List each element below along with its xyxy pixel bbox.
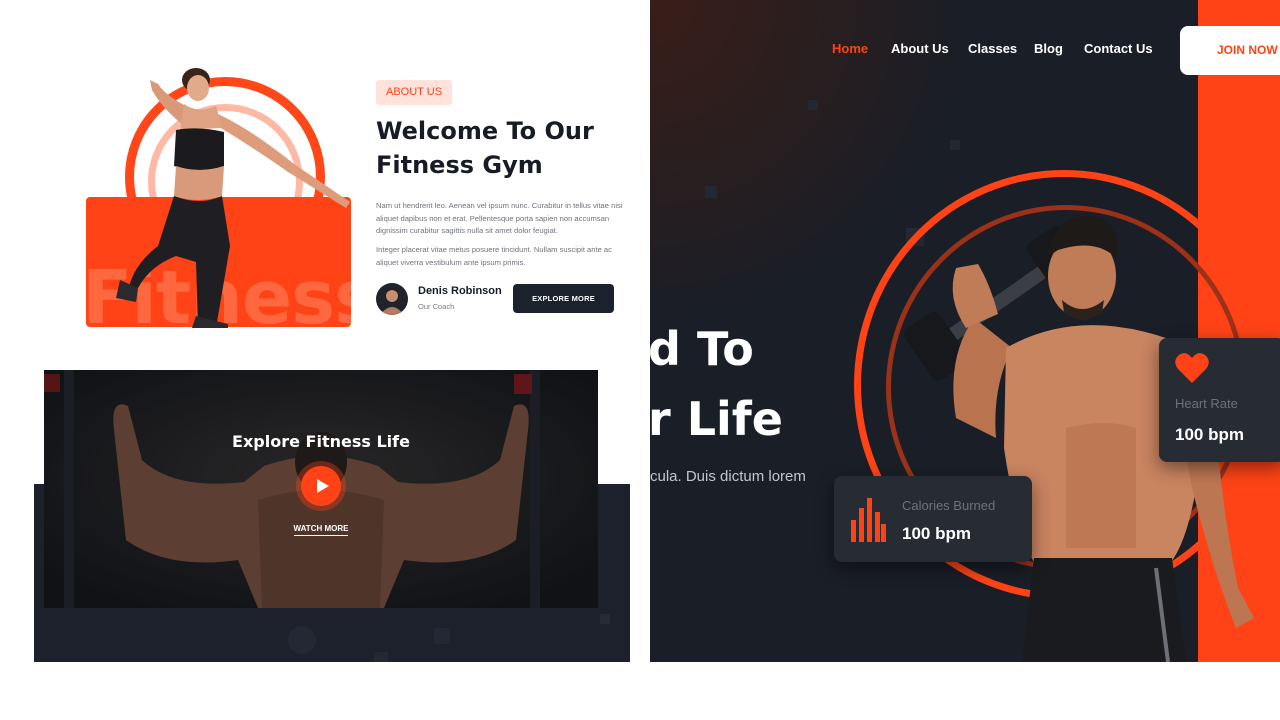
explore-more-button[interactable]: EXPLORE MORE [513,284,614,313]
hero-headline-line2: r Life [650,392,783,446]
woman-athlete-image [116,68,350,328]
calories-burned-card: Calories Burned 100 bpm [834,476,1032,562]
watch-more-link-wrap: WATCH MORE [44,524,598,536]
about-paragraph-1: Nam ut hendrerit leo. Aenean vel ipsum n… [376,201,623,235]
hero-subtext: cula. Duis dictum lorem [650,468,806,485]
heart-icon [1175,353,1209,383]
watch-more-link[interactable]: WATCH MORE [293,524,349,536]
hero-headline-line1: d To [650,322,754,376]
nav-contact-us[interactable]: Contact Us [1084,41,1153,56]
heart-rate-value: 100 bpm [1175,425,1244,444]
about-section: Fitness ABOUT US Welcome To Our Fitness … [0,0,640,370]
join-now-button[interactable]: JOIN NOW [1180,26,1280,75]
coach-avatar [376,283,408,315]
bar-chart-icon [851,498,886,542]
nav-classes[interactable]: Classes [968,41,1017,56]
about-title-line2: Fitness Gym [376,151,543,179]
play-icon [317,479,329,493]
coach-name: Denis Robinson [418,285,502,297]
nav-about-us[interactable]: About Us [891,41,949,56]
heart-rate-label: Heart Rate [1175,396,1238,411]
video-title: Explore Fitness Life [232,432,410,451]
calories-label: Calories Burned [902,498,996,513]
nav-blog[interactable]: Blog [1034,41,1063,56]
calories-value: 100 bpm [902,524,971,543]
hero-section: Home About Us Classes Blog Contact Us JO… [650,0,1280,662]
play-button[interactable] [301,466,341,506]
about-us-tag: ABOUT US [376,80,453,105]
video-section: Explore Fitness Life WATCH MORE [44,370,598,608]
about-paragraph-2: Integer placerat vitae metus posuere tin… [376,245,612,267]
about-title-line1: Welcome To Our [376,117,594,145]
about-title: Welcome To Our Fitness Gym [376,114,626,182]
nav-home[interactable]: Home [832,41,868,56]
coach-role: Our Coach [418,302,455,311]
heart-rate-card: Heart Rate 100 bpm [1159,338,1280,462]
